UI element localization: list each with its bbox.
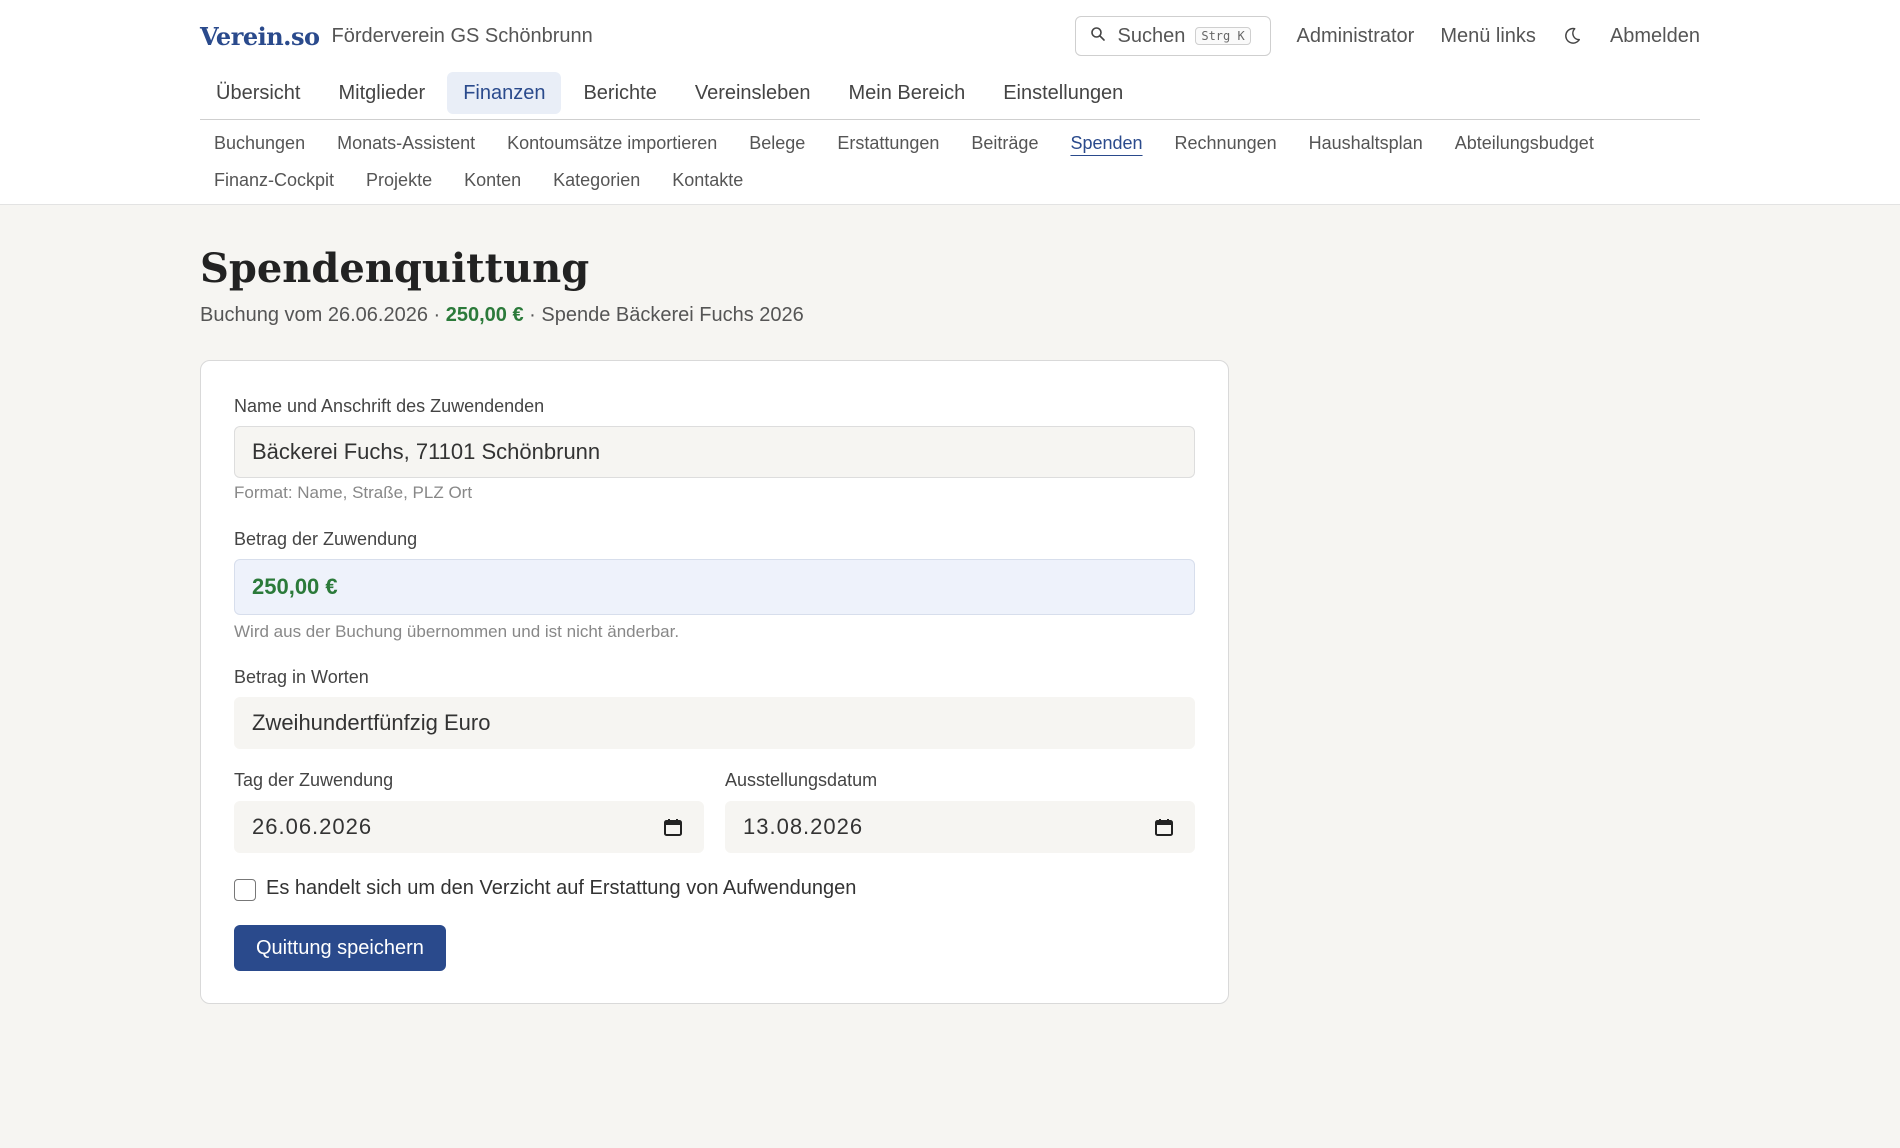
date-label: Tag der Zuwendung (234, 770, 394, 790)
subnav-abteilungsbudget[interactable]: Abteilungsbudget (1441, 128, 1608, 165)
admin-link[interactable]: Administrator (1297, 25, 1415, 48)
receipt-form: Name und Anschrift des Zuwendenden Bäcke… (200, 360, 1229, 1004)
issue-date-label: Ausstellungsdatum (725, 770, 878, 790)
search-label: Suchen (1117, 24, 1186, 47)
subnav-monats-assistent[interactable]: Monats-Assistent (323, 128, 489, 165)
date-field[interactable]: 26.06.2026 (234, 801, 704, 853)
waiver-label[interactable]: Es handelt sich um den Verzicht auf Erst… (266, 877, 856, 900)
subtitle-prefix: Buchung vom 26.06.2026 · (200, 304, 441, 326)
page-subtitle: Buchung vom 26.06.2026 · 250,00 € · Spen… (200, 304, 804, 327)
subtitle-amount: 250,00 € (445, 304, 524, 326)
moon-icon[interactable] (1562, 25, 1584, 47)
date-value: 26.06.2026 (252, 814, 373, 839)
save-receipt-button[interactable]: Quittung speichern (234, 925, 446, 971)
nav-vereinsleben[interactable]: Vereinsleben (679, 72, 827, 114)
nav-mein-bereich[interactable]: Mein Bereich (833, 72, 982, 114)
subnav-belege[interactable]: Belege (735, 128, 819, 165)
org-name: Förderverein GS Schönbrunn (331, 24, 593, 47)
amount-field: 250,00 € (234, 559, 1195, 615)
subnav-konten[interactable]: Konten (450, 165, 535, 202)
words-field[interactable]: Zweihundertfünfzig Euro (234, 697, 1195, 749)
subnav-spenden[interactable]: Spenden (1056, 128, 1156, 165)
page-title: Spendenquittung (200, 245, 590, 292)
save-receipt-label: Quittung speichern (256, 936, 424, 959)
calendar-icon[interactable] (1154, 817, 1174, 837)
search-shortcut: Strg K (1195, 27, 1251, 45)
name-hint: Format: Name, Straße, PLZ Ort (234, 483, 473, 502)
subnav-rechnungen[interactable]: Rechnungen (1161, 128, 1291, 165)
subnav-erstattungen[interactable]: Erstattungen (823, 128, 953, 165)
words-label: Betrag in Worten (234, 667, 369, 687)
name-label: Name und Anschrift des Zuwendenden (234, 396, 545, 416)
sub-nav: Buchungen Monats-Assistent Kontoumsätze … (200, 128, 1700, 202)
subnav-kontoumsaetze[interactable]: Kontoumsätze importieren (493, 128, 731, 165)
subnav-projekte[interactable]: Projekte (352, 165, 446, 202)
words-value: Zweihundertfünfzig Euro (252, 710, 491, 735)
nav-einstellungen[interactable]: Einstellungen (987, 72, 1139, 114)
calendar-icon[interactable] (663, 817, 683, 837)
nav-mitglieder[interactable]: Mitglieder (322, 72, 441, 114)
nav-finanzen[interactable]: Finanzen (447, 72, 562, 114)
search-icon (1090, 26, 1106, 47)
subnav-buchungen[interactable]: Buchungen (200, 128, 319, 165)
waiver-checkbox[interactable] (234, 879, 256, 901)
logo[interactable]: Verein.so (200, 22, 320, 51)
logout-link[interactable]: Abmelden (1610, 25, 1700, 48)
subtitle-suffix: · Spende Bäckerei Fuchs 2026 (529, 304, 804, 326)
name-field[interactable]: Bäckerei Fuchs, 71101 Schönbrunn (234, 426, 1195, 478)
menu-left-link[interactable]: Menü links (1440, 25, 1536, 48)
subnav-kategorien[interactable]: Kategorien (539, 165, 654, 202)
search-button[interactable]: Suchen Strg K (1074, 16, 1271, 56)
amount-hint: Wird aus der Buchung übernommen und ist … (234, 622, 680, 641)
amount-value: 250,00 € (252, 574, 338, 599)
subnav-haushaltsplan[interactable]: Haushaltsplan (1295, 128, 1437, 165)
subnav-beitraege[interactable]: Beiträge (957, 128, 1052, 165)
name-value: Bäckerei Fuchs, 71101 Schönbrunn (252, 439, 601, 464)
nav-berichte[interactable]: Berichte (567, 72, 672, 114)
brand-row: Verein.so Förderverein GS Schönbrunn Suc… (200, 16, 1700, 56)
nav-uebersicht[interactable]: Übersicht (200, 72, 316, 114)
top-actions: Suchen Strg K Administrator Menü links A… (1074, 16, 1700, 56)
subnav-kontakte[interactable]: Kontakte (658, 165, 757, 202)
amount-label: Betrag der Zuwendung (234, 529, 418, 549)
issue-date-value: 13.08.2026 (743, 814, 864, 839)
issue-date-field[interactable]: 13.08.2026 (725, 801, 1195, 853)
subnav-finanz-cockpit[interactable]: Finanz-Cockpit (200, 165, 348, 202)
main-nav: Übersicht Mitglieder Finanzen Berichte V… (200, 72, 1700, 120)
